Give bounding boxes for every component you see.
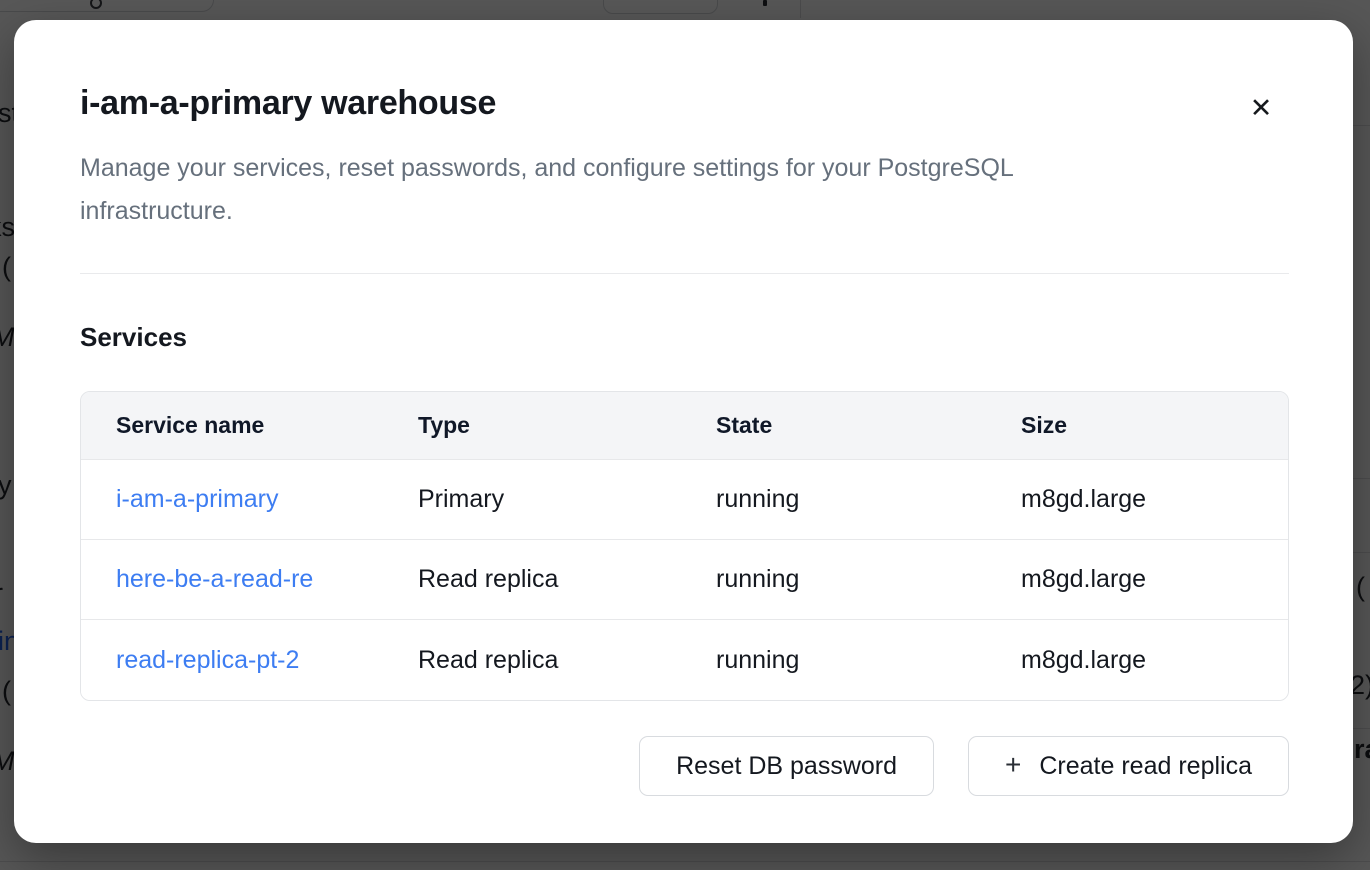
service-name-link[interactable]: here-be-a-read-re [116, 565, 313, 594]
service-size-cell: m8gd.large [1021, 565, 1288, 594]
modal-description: Manage your services, reset passwords, a… [80, 147, 1289, 233]
service-name-link[interactable]: read-replica-pt-2 [116, 646, 299, 675]
reset-db-password-label: Reset DB password [676, 752, 897, 781]
create-read-replica-button[interactable]: + Create read replica [968, 736, 1289, 796]
column-header-type: Type [418, 412, 716, 439]
column-header-size: Size [1021, 412, 1288, 439]
modal-title: i-am-a-primary warehouse [80, 84, 1289, 123]
service-type-cell: Primary [418, 485, 716, 514]
plus-icon: + [1005, 751, 1021, 779]
section-divider [80, 273, 1289, 274]
table-header-row: Service name Type State Size [81, 392, 1288, 460]
warehouse-modal: i-am-a-primary warehouse ✕ Manage your s… [14, 20, 1353, 843]
service-size-cell: m8gd.large [1021, 646, 1288, 675]
table-row: here-be-a-read-re Read replica running m… [81, 540, 1288, 620]
table-row: i-am-a-primary Primary running m8gd.larg… [81, 460, 1288, 540]
service-name-link[interactable]: i-am-a-primary [116, 485, 279, 514]
service-state-cell: running [716, 646, 1021, 675]
service-state-cell: running [716, 565, 1021, 594]
close-icon: ✕ [1250, 93, 1273, 124]
modal-actions: Reset DB password + Create read replica [80, 736, 1289, 796]
service-size-cell: m8gd.large [1021, 485, 1288, 514]
table-row: read-replica-pt-2 Read replica running m… [81, 620, 1288, 700]
close-button[interactable]: ✕ [1239, 86, 1283, 130]
services-table: Service name Type State Size i-am-a-prim… [80, 391, 1289, 701]
column-header-service-name: Service name [81, 412, 418, 439]
service-type-cell: Read replica [418, 646, 716, 675]
reset-db-password-button[interactable]: Reset DB password [639, 736, 934, 796]
service-state-cell: running [716, 485, 1021, 514]
service-type-cell: Read replica [418, 565, 716, 594]
services-heading: Services [80, 322, 1289, 353]
column-header-state: State [716, 412, 1021, 439]
create-read-replica-label: Create read replica [1039, 752, 1252, 781]
